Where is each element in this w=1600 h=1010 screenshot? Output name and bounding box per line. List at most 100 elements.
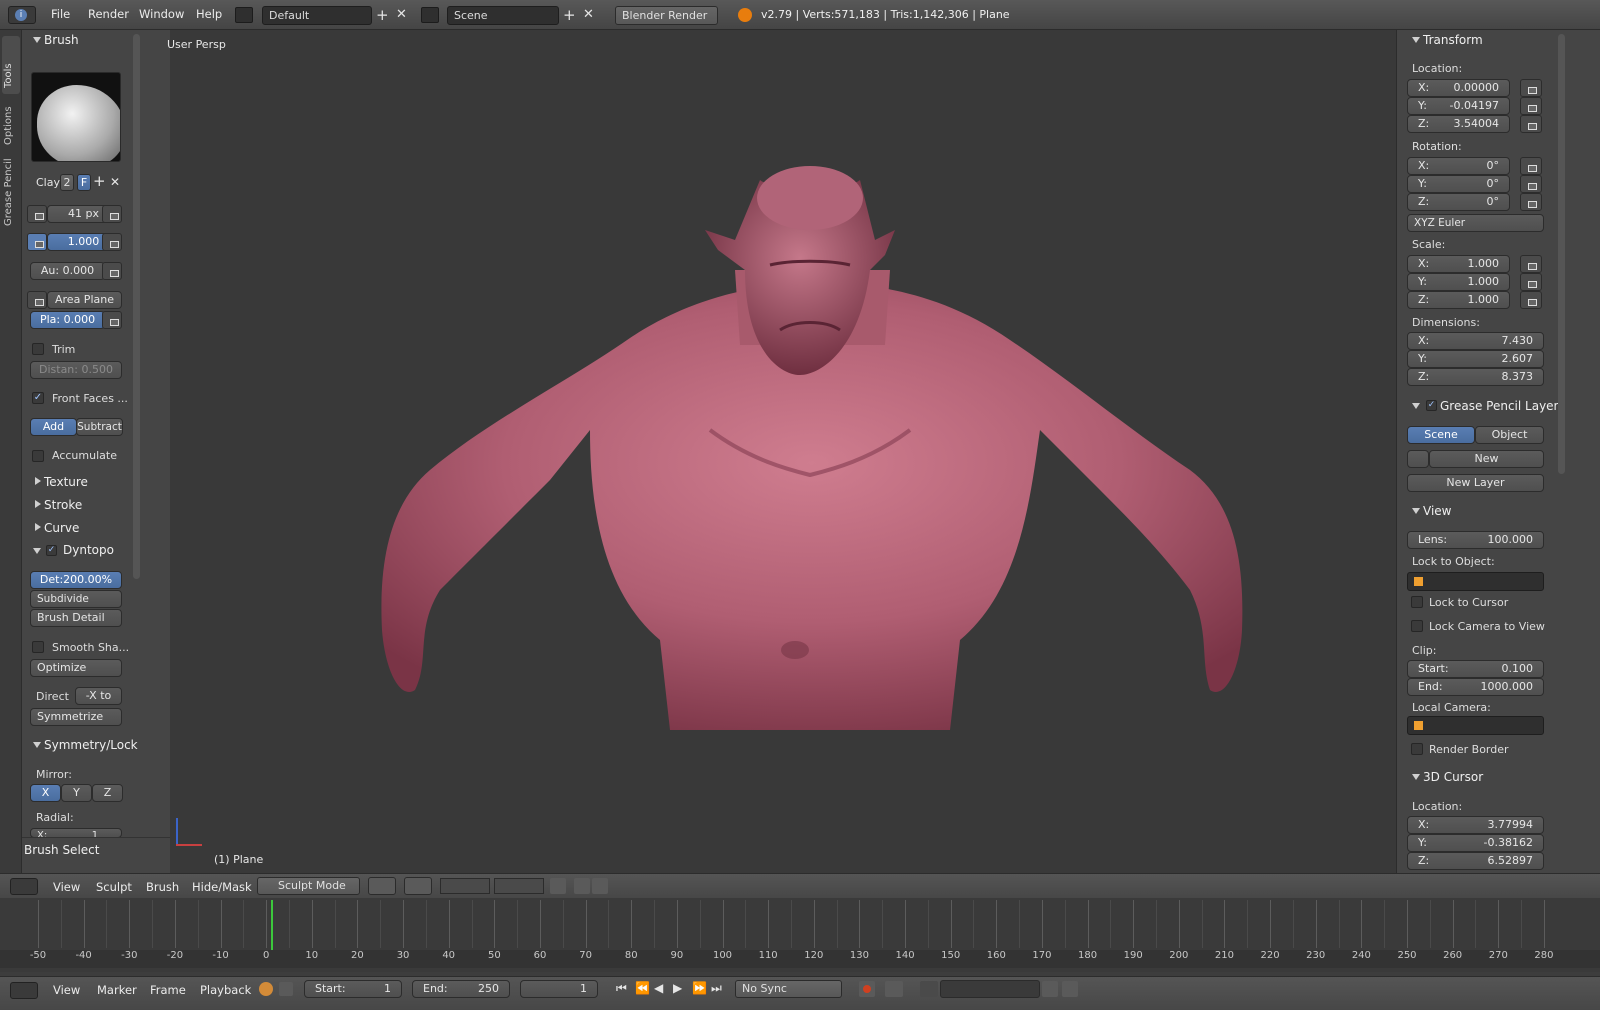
clapboard-icon[interactable] (592, 878, 608, 894)
layers-grid-2[interactable] (494, 878, 544, 894)
insert-keyframe-icon[interactable] (1042, 981, 1058, 997)
scale-x-lock-icon[interactable] (1520, 255, 1542, 273)
brush-thumbnail[interactable] (31, 72, 121, 162)
layout-selector[interactable]: Default (262, 6, 372, 25)
timeline-menu-view[interactable]: View (53, 983, 80, 997)
lock-to-cursor-checkbox[interactable] (1411, 596, 1423, 608)
direction-dropdown[interactable]: -X to (75, 687, 122, 705)
rotation-mode-dropdown[interactable]: XYZ Euler (1407, 214, 1544, 232)
viewport-menu-view[interactable]: View (53, 880, 80, 894)
location-z-field[interactable]: Z: 3.54004 (1407, 115, 1510, 133)
add-brush-icon[interactable]: + (93, 173, 106, 190)
scene-icon[interactable] (421, 7, 439, 23)
texture-panel-header[interactable]: Texture (30, 472, 150, 492)
viewport-menu-hide-mask[interactable]: Hide/Mask (192, 880, 252, 894)
dimensions-z-field[interactable]: Z: 8.373 (1407, 368, 1544, 386)
subtract-direction-button[interactable]: Subtract (76, 418, 123, 436)
autosmooth-field[interactable]: Au: 0.000 (30, 262, 105, 280)
gp-scene-button[interactable]: Scene (1407, 426, 1475, 444)
dyntopo-checkbox[interactable]: ✓ (46, 545, 57, 556)
stroke-panel-header[interactable]: Stroke (30, 495, 150, 515)
gp-object-button[interactable]: Object (1475, 426, 1544, 444)
dimensions-x-field[interactable]: X: 7.430 (1407, 332, 1544, 350)
clip-end-field[interactable]: End: 1000.000 (1407, 678, 1544, 696)
mirror-x-button[interactable]: X (30, 784, 61, 802)
lock-range-icon[interactable] (279, 982, 293, 996)
record-icon[interactable] (859, 981, 875, 997)
front-faces-checkbox[interactable]: ✓ (32, 392, 44, 404)
keying-set-icon[interactable] (885, 981, 903, 997)
subdivide-edges-dropdown[interactable]: Subdivide Edges (30, 590, 122, 621)
shading-dropdown[interactable] (368, 877, 396, 895)
scene-selector[interactable]: Scene (447, 6, 559, 25)
brush-select-panel-header[interactable]: Brush Select (22, 840, 150, 860)
symmetrize-button[interactable]: Symmetrize (30, 708, 122, 726)
brush-panel-header[interactable]: Brush (30, 30, 150, 50)
end-frame-field[interactable]: End: 250 (412, 980, 510, 998)
render-engine-dropdown[interactable]: Blender Render (615, 6, 718, 25)
rotation-x-lock-icon[interactable] (1520, 157, 1542, 175)
location-z-lock-icon[interactable] (1520, 115, 1542, 133)
radius-lock-icon[interactable] (27, 205, 47, 223)
scale-z-lock-icon[interactable] (1520, 291, 1542, 309)
brush-users-count[interactable]: 2 (60, 174, 74, 191)
render-border-checkbox[interactable] (1411, 743, 1423, 755)
cursor-x-field[interactable]: X: 3.77994 (1407, 816, 1544, 834)
symmetry-lock-panel-header[interactable]: Symmetry/Lock (30, 735, 160, 755)
3d-cursor-panel-header[interactable]: 3D Cursor (1409, 767, 1579, 787)
sync-dropdown[interactable]: No Sync (735, 980, 842, 998)
keying-set-field[interactable] (940, 980, 1040, 998)
camera-icon[interactable] (574, 878, 590, 894)
rotation-y-field[interactable]: Y: 0° (1407, 175, 1510, 193)
optimize-button[interactable]: Optimize (30, 659, 122, 677)
transform-panel-header[interactable]: Transform (1409, 30, 1579, 50)
detail-size-field[interactable]: Det:200.00% (30, 571, 122, 589)
viewport-menu-brush[interactable]: Brush (146, 880, 179, 894)
add-direction-button[interactable]: Add (30, 418, 77, 436)
lock-camera-checkbox[interactable] (1411, 620, 1423, 632)
lock-object-field[interactable] (1407, 572, 1544, 591)
location-y-field[interactable]: Y: -0.04197 (1407, 97, 1510, 115)
location-x-field[interactable]: X: 0.00000 (1407, 79, 1510, 97)
delete-layout-icon[interactable]: ✕ (396, 7, 407, 23)
menu-help[interactable]: Help (196, 7, 222, 21)
3d-viewport[interactable]: User Persp (1) Plane (167, 30, 1396, 873)
jump-start-icon[interactable]: ⏮ (616, 981, 627, 996)
mirror-y-button[interactable]: Y (61, 784, 92, 802)
start-frame-field[interactable]: Start: 1 (304, 980, 402, 998)
menu-file[interactable]: File (51, 7, 70, 21)
view-panel-header[interactable]: View (1409, 501, 1579, 521)
autosmooth-pressure-icon[interactable] (102, 262, 122, 280)
cursor-z-field[interactable]: Z: 6.52897 (1407, 852, 1544, 870)
strength-lock-icon[interactable] (27, 233, 47, 251)
cursor-y-field[interactable]: Y: -0.38162 (1407, 834, 1544, 852)
scale-y-field[interactable]: Y: 1.000 (1407, 273, 1510, 291)
keyframe-insert-icon[interactable] (920, 981, 938, 997)
tab-tools-label[interactable]: Tools (3, 63, 14, 88)
distance-field[interactable]: Distan: 0.500 (30, 361, 122, 379)
plane-offset-field[interactable]: Pla: 0.000 (30, 311, 105, 329)
gp-new-layer-button[interactable]: New Layer (1407, 474, 1544, 492)
scale-y-lock-icon[interactable] (1520, 273, 1542, 291)
properties-scrollbar[interactable] (1558, 34, 1565, 474)
gp-pencil-icon[interactable] (1407, 450, 1429, 468)
mode-dropdown[interactable]: Sculpt Mode (257, 877, 360, 895)
tab-options-label[interactable]: Options (3, 106, 14, 145)
viewport-menu-sculpt[interactable]: Sculpt (96, 880, 132, 894)
grease-pencil-layers-checkbox[interactable]: ✓ (1426, 400, 1437, 411)
jump-keyframe-forward-icon[interactable]: ⏩ (692, 981, 707, 995)
timeline-menu-frame[interactable]: Frame (150, 983, 186, 997)
mirror-z-button[interactable]: Z (92, 784, 123, 802)
scale-x-field[interactable]: X: 1.000 (1407, 255, 1510, 273)
rotation-z-lock-icon[interactable] (1520, 193, 1542, 211)
play-icon[interactable]: ▶ (673, 981, 682, 995)
plane-mode-dropdown[interactable]: Area Plane (47, 291, 122, 309)
sculpted-ogre-model[interactable] (170, 30, 1396, 873)
clip-start-field[interactable]: Start: 0.100 (1407, 660, 1544, 678)
curve-panel-header[interactable]: Curve (30, 518, 150, 538)
menu-render[interactable]: Render (88, 7, 129, 21)
timeline-editor-icon[interactable] (10, 982, 38, 999)
brush-detail-dropdown[interactable]: Brush Detail (30, 609, 122, 627)
preview-range-icon[interactable] (259, 982, 273, 996)
lens-field[interactable]: Lens: 100.000 (1407, 531, 1544, 549)
